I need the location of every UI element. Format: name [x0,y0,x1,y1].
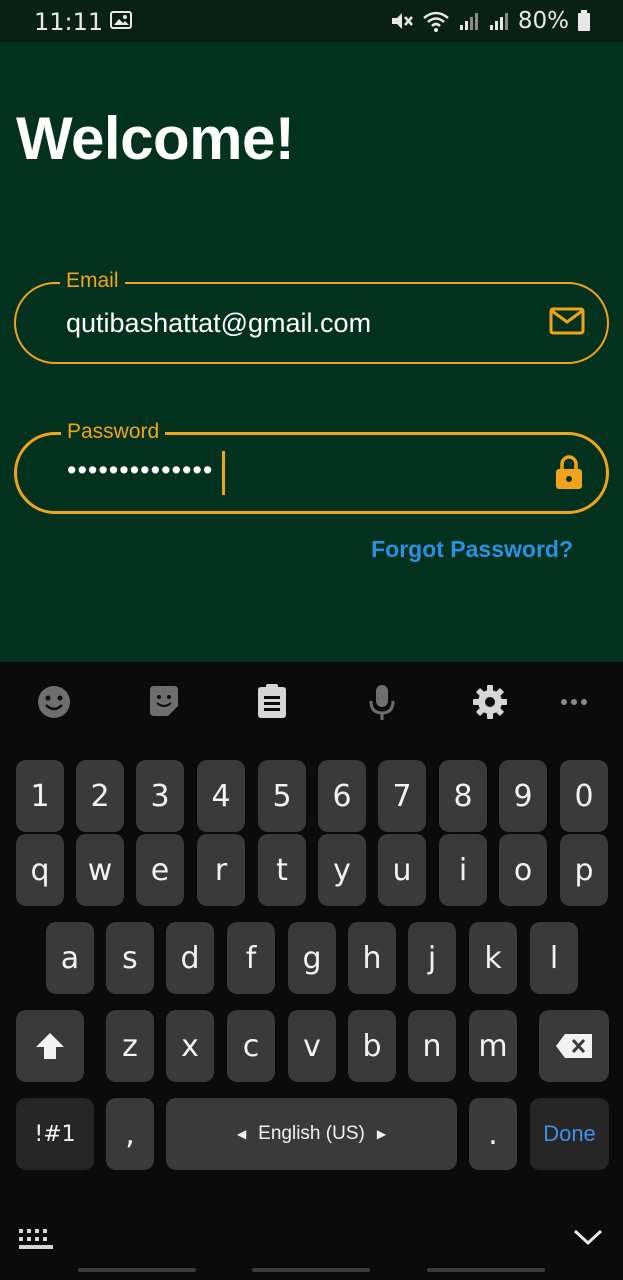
language-label: English (US) [258,1123,365,1144]
key-q[interactable]: q [16,834,64,906]
key-t[interactable]: t [258,834,306,906]
signal-icon [489,13,508,30]
more-icon[interactable] [560,698,588,706]
key-6[interactable]: 6 [318,760,366,832]
key-e[interactable]: e [136,834,184,906]
status-time: 11:11 [34,8,104,36]
email-field[interactable]: Email qutibashattat@gmail.com [14,269,609,364]
battery-icon [578,10,590,31]
forgot-password-link[interactable]: Forgot Password? [371,536,573,563]
symbols-key[interactable]: !#1 [16,1098,94,1170]
login-screen: Welcome! Email qutibashattat@gmail.com P… [0,42,623,662]
key-8[interactable]: 8 [439,760,487,832]
key-4[interactable]: 4 [197,760,245,832]
emoji-icon[interactable] [36,684,72,720]
key-7[interactable]: 7 [378,760,426,832]
email-value[interactable]: qutibashattat@gmail.com [66,308,371,339]
key-a[interactable]: a [46,922,94,994]
nav-recents-button[interactable] [78,1268,196,1272]
backspace-key[interactable] [539,1010,609,1082]
status-bar: 11:11 80% [0,0,623,42]
key-0[interactable]: 0 [560,760,608,832]
key-h[interactable]: h [348,922,396,994]
chevron-down-icon[interactable] [573,1228,603,1246]
status-icons: 80% [390,8,591,34]
key-c[interactable]: c [227,1010,275,1082]
key-9[interactable]: 9 [499,760,547,832]
password-label: Password [61,420,166,444]
key-n[interactable]: n [408,1010,456,1082]
done-label: Done [543,1121,596,1146]
backspace-icon [556,1034,592,1058]
nav-back-button[interactable] [427,1268,545,1272]
sticker-icon[interactable] [146,684,182,720]
wifi-icon [423,11,449,32]
email-label: Email [60,269,125,293]
key-z[interactable]: z [106,1010,154,1082]
signal-icon [459,13,478,30]
gallery-icon [110,11,132,29]
done-key[interactable]: Done [530,1098,609,1170]
key-w[interactable]: w [76,834,124,906]
space-key[interactable]: ◀ English (US) ▶ [166,1098,457,1170]
comma-key[interactable]: , [106,1098,154,1170]
page-title: Welcome! [16,105,295,172]
key-p[interactable]: p [560,834,608,906]
period-key[interactable]: . [469,1098,517,1170]
key-u[interactable]: u [378,834,426,906]
shift-key[interactable] [16,1010,84,1082]
clipboard-icon[interactable] [256,684,288,720]
key-b[interactable]: b [348,1010,396,1082]
chevron-left-icon: ◀ [236,1127,247,1141]
text-caret [222,451,225,495]
key-s[interactable]: s [106,922,154,994]
key-k[interactable]: k [469,922,517,994]
key-m[interactable]: m [469,1010,517,1082]
key-3[interactable]: 3 [136,760,184,832]
key-x[interactable]: x [166,1010,214,1082]
key-d[interactable]: d [166,922,214,994]
settings-icon[interactable] [472,684,508,720]
key-f[interactable]: f [227,922,275,994]
key-v[interactable]: v [288,1010,336,1082]
password-field[interactable]: Password •••••••••••••• [14,420,609,514]
lock-icon[interactable] [554,454,584,490]
chevron-right-icon: ▶ [376,1127,387,1141]
key-2[interactable]: 2 [76,760,124,832]
key-l[interactable]: l [530,922,578,994]
nav-home-button[interactable] [252,1268,370,1272]
mute-icon [391,13,413,29]
microphone-icon[interactable] [368,684,396,722]
keyboard-icon[interactable] [18,1228,54,1250]
key-5[interactable]: 5 [258,760,306,832]
key-r[interactable]: r [197,834,245,906]
shift-arrow-icon [36,1033,64,1059]
keyboard-toolbar [0,684,623,740]
battery-percent: 80% [517,8,569,34]
key-j[interactable]: j [408,922,456,994]
key-1[interactable]: 1 [16,760,64,832]
password-value[interactable]: •••••••••••••• [67,455,213,486]
mail-icon [549,307,585,335]
key-i[interactable]: i [439,834,487,906]
keyboard: 1 2 3 4 5 6 7 8 9 0 q w e r t y u i o p … [0,662,623,1280]
key-g[interactable]: g [288,922,336,994]
key-y[interactable]: y [318,834,366,906]
language-indicator: ◀ English (US) ▶ [237,1123,386,1145]
key-o[interactable]: o [499,834,547,906]
